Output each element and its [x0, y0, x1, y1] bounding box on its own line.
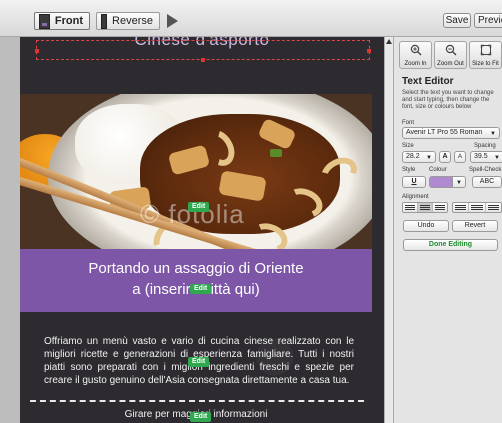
alignment-label: Alignment [402, 194, 429, 200]
edit-more-badge[interactable]: Edit [190, 412, 212, 422]
tab-reverse[interactable]: Reverse [96, 12, 160, 30]
zoom-out-label: Zoom Out [437, 61, 464, 67]
align-bottom-icon[interactable] [486, 203, 501, 212]
style-label: Style [402, 167, 416, 173]
font-value: Avenir LT Pro 55 Roman [406, 129, 483, 136]
resize-handle-bottom[interactable] [201, 58, 205, 62]
resize-handle-right[interactable] [367, 49, 371, 53]
spacing-label: Spacing [474, 143, 496, 149]
alignment-group[interactable] [402, 202, 448, 213]
zoom-out-button[interactable]: Zoom Out [434, 41, 467, 69]
edit-photo-badge[interactable]: Edit [188, 202, 210, 212]
panel-title: Text Editor [402, 76, 454, 87]
spellcheck-button[interactable]: ABC [472, 176, 502, 188]
chevron-down-icon: ▼ [456, 180, 462, 186]
tab-front[interactable]: Front [34, 12, 90, 30]
chevron-down-icon: ▼ [490, 131, 496, 137]
dashed-divider [30, 400, 364, 402]
edit-body-badge[interactable]: Edit [188, 357, 210, 367]
font-select[interactable]: Avenir LT Pro 55 Roman ▼ [402, 127, 500, 139]
colour-picker[interactable]: ▼ [429, 176, 466, 188]
edit-banner-badge[interactable]: Edit [190, 284, 212, 294]
resize-handle-left[interactable] [35, 49, 39, 53]
top-toolbar: Front Reverse Save Preview [0, 0, 502, 37]
size-to-fit-icon [480, 44, 492, 56]
zoom-in-button[interactable]: Zoom In [399, 41, 432, 69]
design-canvas: Cinese d'asporto © fotolia Edit Portando… [0, 37, 386, 423]
spacing-value: 39.5 [474, 153, 488, 160]
spacing-select[interactable]: 39.5 ▼ [470, 151, 502, 163]
preview-button[interactable]: Preview [474, 13, 502, 28]
play-icon[interactable] [167, 14, 178, 28]
align-middle-icon[interactable] [469, 203, 486, 212]
align-left-icon[interactable] [403, 203, 418, 212]
text-selection-box[interactable] [35, 40, 371, 62]
zoom-in-label: Zoom In [404, 61, 427, 67]
chevron-down-icon: ▼ [426, 155, 432, 161]
font-label: Font [402, 120, 415, 126]
undo-button[interactable]: Undo [403, 220, 449, 232]
panel-hint: Select the text you want to change and s… [402, 90, 494, 110]
scroll-up-arrow-icon[interactable] [386, 39, 392, 44]
vegetable [270, 149, 282, 157]
purple-banner: Portando un assaggio di Oriente a (inser… [20, 249, 372, 312]
tab-front-label: Front [54, 15, 83, 27]
size-to-fit-button[interactable]: Size to Fit [469, 41, 502, 69]
size-to-fit-label: Size to Fit [472, 61, 499, 67]
reverse-thumbnail-icon [101, 13, 108, 29]
underline-button[interactable]: U [402, 176, 426, 188]
front-thumbnail-icon [39, 13, 50, 29]
zoom-out-icon [445, 44, 457, 56]
align-center-icon[interactable] [418, 203, 433, 212]
revert-button[interactable]: Revert [452, 220, 498, 232]
banner-line-1[interactable]: Portando un assaggio di Oriente [20, 260, 372, 277]
increase-size-button[interactable]: A [439, 151, 451, 163]
flyer-card: Cinese d'asporto © fotolia Edit Portando… [20, 37, 384, 423]
colour-label: Colour [429, 167, 447, 173]
align-top-icon[interactable] [453, 203, 470, 212]
size-select[interactable]: 28.2 ▼ [402, 151, 436, 163]
text-editor-panel: Zoom In Zoom Out Size to Fit Text Editor… [393, 37, 502, 423]
vertical-alignment-group[interactable] [452, 202, 502, 213]
save-button[interactable]: Save [443, 13, 471, 28]
size-label: Size [402, 143, 414, 149]
spellcheck-label: Spell-Check [469, 167, 502, 173]
vertical-scrollbar[interactable] [384, 37, 393, 423]
size-value: 28.2 [406, 153, 420, 160]
tab-reverse-label: Reverse [112, 15, 153, 27]
chevron-down-icon: ▼ [494, 155, 500, 161]
zoom-in-icon [410, 44, 422, 56]
food-photo[interactable]: © fotolia Edit [20, 94, 372, 249]
align-right-icon[interactable] [433, 203, 447, 212]
decrease-size-button[interactable]: A [454, 151, 466, 163]
done-editing-button[interactable]: Done Editing [403, 239, 498, 251]
colour-swatch [430, 177, 453, 187]
